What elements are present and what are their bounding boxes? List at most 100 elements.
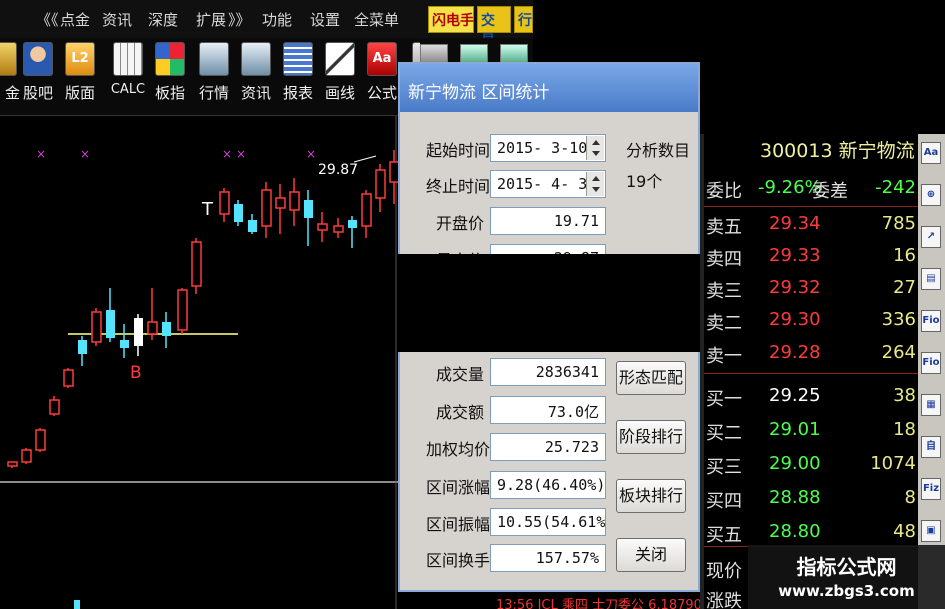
menu-all[interactable]: 全菜单: [354, 9, 399, 30]
side-tool-icon[interactable]: Fio: [921, 352, 941, 374]
candle-body: [375, 169, 386, 199]
toolbar-extra-icon[interactable]: [420, 44, 448, 64]
candle-body: [317, 223, 328, 231]
toolbar-label: 报表: [282, 84, 313, 102]
order-book-row[interactable]: 卖四 29.33 16: [706, 242, 918, 272]
pattern-match-button[interactable]: 形态匹配: [616, 361, 686, 395]
toolbar-news[interactable]: 资讯: [236, 42, 276, 103]
candle-body: [361, 193, 372, 227]
menu-dianjin[interactable]: 点金: [60, 9, 90, 30]
volume-label: 成交量: [435, 365, 484, 384]
signal-marker: ×: [36, 147, 46, 161]
order-book-row[interactable]: 卖二 29.30 336: [706, 306, 918, 336]
kline-chart[interactable]: 29.87 T B × × × × ×: [0, 116, 398, 609]
candle-body: [275, 197, 286, 209]
toolbar-calc[interactable]: CALC: [108, 42, 148, 97]
calculator-icon: [113, 42, 143, 76]
news-icon: [241, 42, 271, 76]
order-level-label: 买一: [706, 389, 742, 410]
diff-label: 委差: [812, 181, 848, 202]
side-tool-icon[interactable]: ▦: [921, 394, 941, 416]
order-book-row[interactable]: 买三 29.00 1074: [706, 450, 918, 480]
toolbar-label: 行情: [198, 84, 229, 102]
sector-rank-button[interactable]: 板块排行: [616, 479, 686, 513]
order-level-label: 买五: [706, 525, 742, 546]
menu-prev[interactable]: 《《: [36, 9, 59, 30]
level2-icon: L2: [65, 42, 95, 76]
order-book-panel: 300013 新宁物流 委比 -9.26% 委差 -242 卖五 29.34 785…: [700, 134, 918, 609]
start-date-value: 2015- 3-10: [497, 139, 588, 157]
watermark: 指标公式网 www.zbgs3.com: [748, 545, 945, 609]
side-tool-icon[interactable]: ↗: [921, 226, 941, 248]
open-price-field: 19.71: [490, 207, 606, 235]
amplitude-label: 区间振幅: [426, 515, 491, 534]
order-price: 29.00: [769, 453, 821, 474]
dialog-title[interactable]: 新宁物流 区间统计: [400, 64, 698, 112]
menu-news[interactable]: 资讯: [102, 9, 132, 30]
change-partial-label: 涨跌: [706, 591, 742, 609]
toolbar-guba[interactable]: 股吧: [18, 42, 58, 103]
flash-trade-button[interactable]: 闪电手: [428, 6, 474, 33]
order-volume: 27: [893, 277, 916, 298]
end-date-label: 终止时间: [426, 177, 491, 196]
change-label: 区间涨幅: [426, 478, 491, 497]
start-date-field[interactable]: 2015- 3-10: [490, 134, 606, 162]
order-book-row[interactable]: 卖一 29.28 264: [706, 339, 918, 369]
trade-button[interactable]: 交易: [477, 6, 511, 49]
side-tool-icon[interactable]: 自: [921, 436, 941, 458]
toolbar-extra-icon[interactable]: [460, 44, 488, 64]
close-button[interactable]: 关闭: [616, 538, 686, 572]
t-marker: T: [201, 199, 214, 220]
side-tool-icon[interactable]: ▤: [921, 268, 941, 290]
side-tool-icon[interactable]: Aa: [921, 142, 941, 164]
order-book-row[interactable]: 卖五 29.34 785: [706, 210, 918, 240]
community-icon: [23, 42, 53, 76]
date-spinner[interactable]: [586, 172, 604, 196]
toolbar-extra-icon[interactable]: [500, 44, 528, 64]
avg-price-field: 25.723: [490, 433, 606, 461]
order-level-label: 买二: [706, 423, 742, 444]
quote-menu-button[interactable]: 行: [514, 6, 533, 33]
order-book-row[interactable]: 买一 29.25 38: [706, 382, 918, 412]
open-price-label: 开盘价: [435, 214, 484, 233]
side-tool-icon[interactable]: Fio: [921, 310, 941, 332]
toolbar-formula[interactable]: Aa 公式: [362, 42, 402, 103]
end-date-field[interactable]: 2015- 4- 3: [490, 170, 606, 198]
toolbar-label: 画线: [324, 84, 355, 102]
side-tool-icon[interactable]: Fiz: [921, 478, 941, 500]
candle-body: [304, 200, 313, 218]
side-tool-icon[interactable]: ⊕: [921, 184, 941, 206]
right-icon-strip: Aa ⊕ ↗ ▤ Fio Fio ▦ 自 Fiz ▣: [918, 134, 945, 609]
candle-body: [234, 204, 243, 222]
toolbar-label: 公式: [366, 84, 397, 102]
signal-marker: ×: [236, 147, 246, 161]
order-price: 29.01: [769, 419, 821, 440]
order-level-label: 卖一: [706, 346, 742, 367]
menu-settings[interactable]: 设置: [310, 9, 340, 30]
quote-icon: [199, 42, 229, 76]
menu-function[interactable]: 功能: [262, 9, 292, 30]
date-spinner[interactable]: [586, 136, 604, 160]
kline-svg: 29.87 T B × × × × ×: [0, 116, 398, 609]
order-book-row[interactable]: 买四 28.88 8: [706, 484, 918, 514]
candle-body: [389, 161, 398, 183]
order-book-row[interactable]: 卖三 29.32 27: [706, 274, 918, 304]
menu-extend[interactable]: 扩展: [196, 9, 226, 30]
stage-rank-button[interactable]: 阶段排行: [616, 420, 686, 454]
order-volume: 264: [881, 342, 916, 363]
candle-body: [261, 189, 272, 227]
menu-next[interactable]: 》》: [228, 9, 251, 30]
volume-field: 2836341: [490, 358, 606, 386]
order-book-row[interactable]: 买二 29.01 18: [706, 416, 918, 446]
start-date-label: 起始时间: [426, 141, 491, 160]
toolbar-quote[interactable]: 行情: [194, 42, 234, 103]
order-book-row[interactable]: 买五 28.80 48: [706, 518, 918, 548]
menu-depth[interactable]: 深度: [148, 9, 178, 30]
toolbar-report[interactable]: 报表: [278, 42, 318, 103]
toolbar-draw[interactable]: 画线: [320, 42, 360, 103]
order-volume: 38: [893, 385, 916, 406]
toolbar-sector-index[interactable]: 板指: [150, 42, 190, 103]
toolbar-layout[interactable]: L2 版面: [60, 42, 100, 103]
candle-body: [21, 449, 32, 463]
side-tool-icon[interactable]: ▣: [921, 520, 941, 542]
